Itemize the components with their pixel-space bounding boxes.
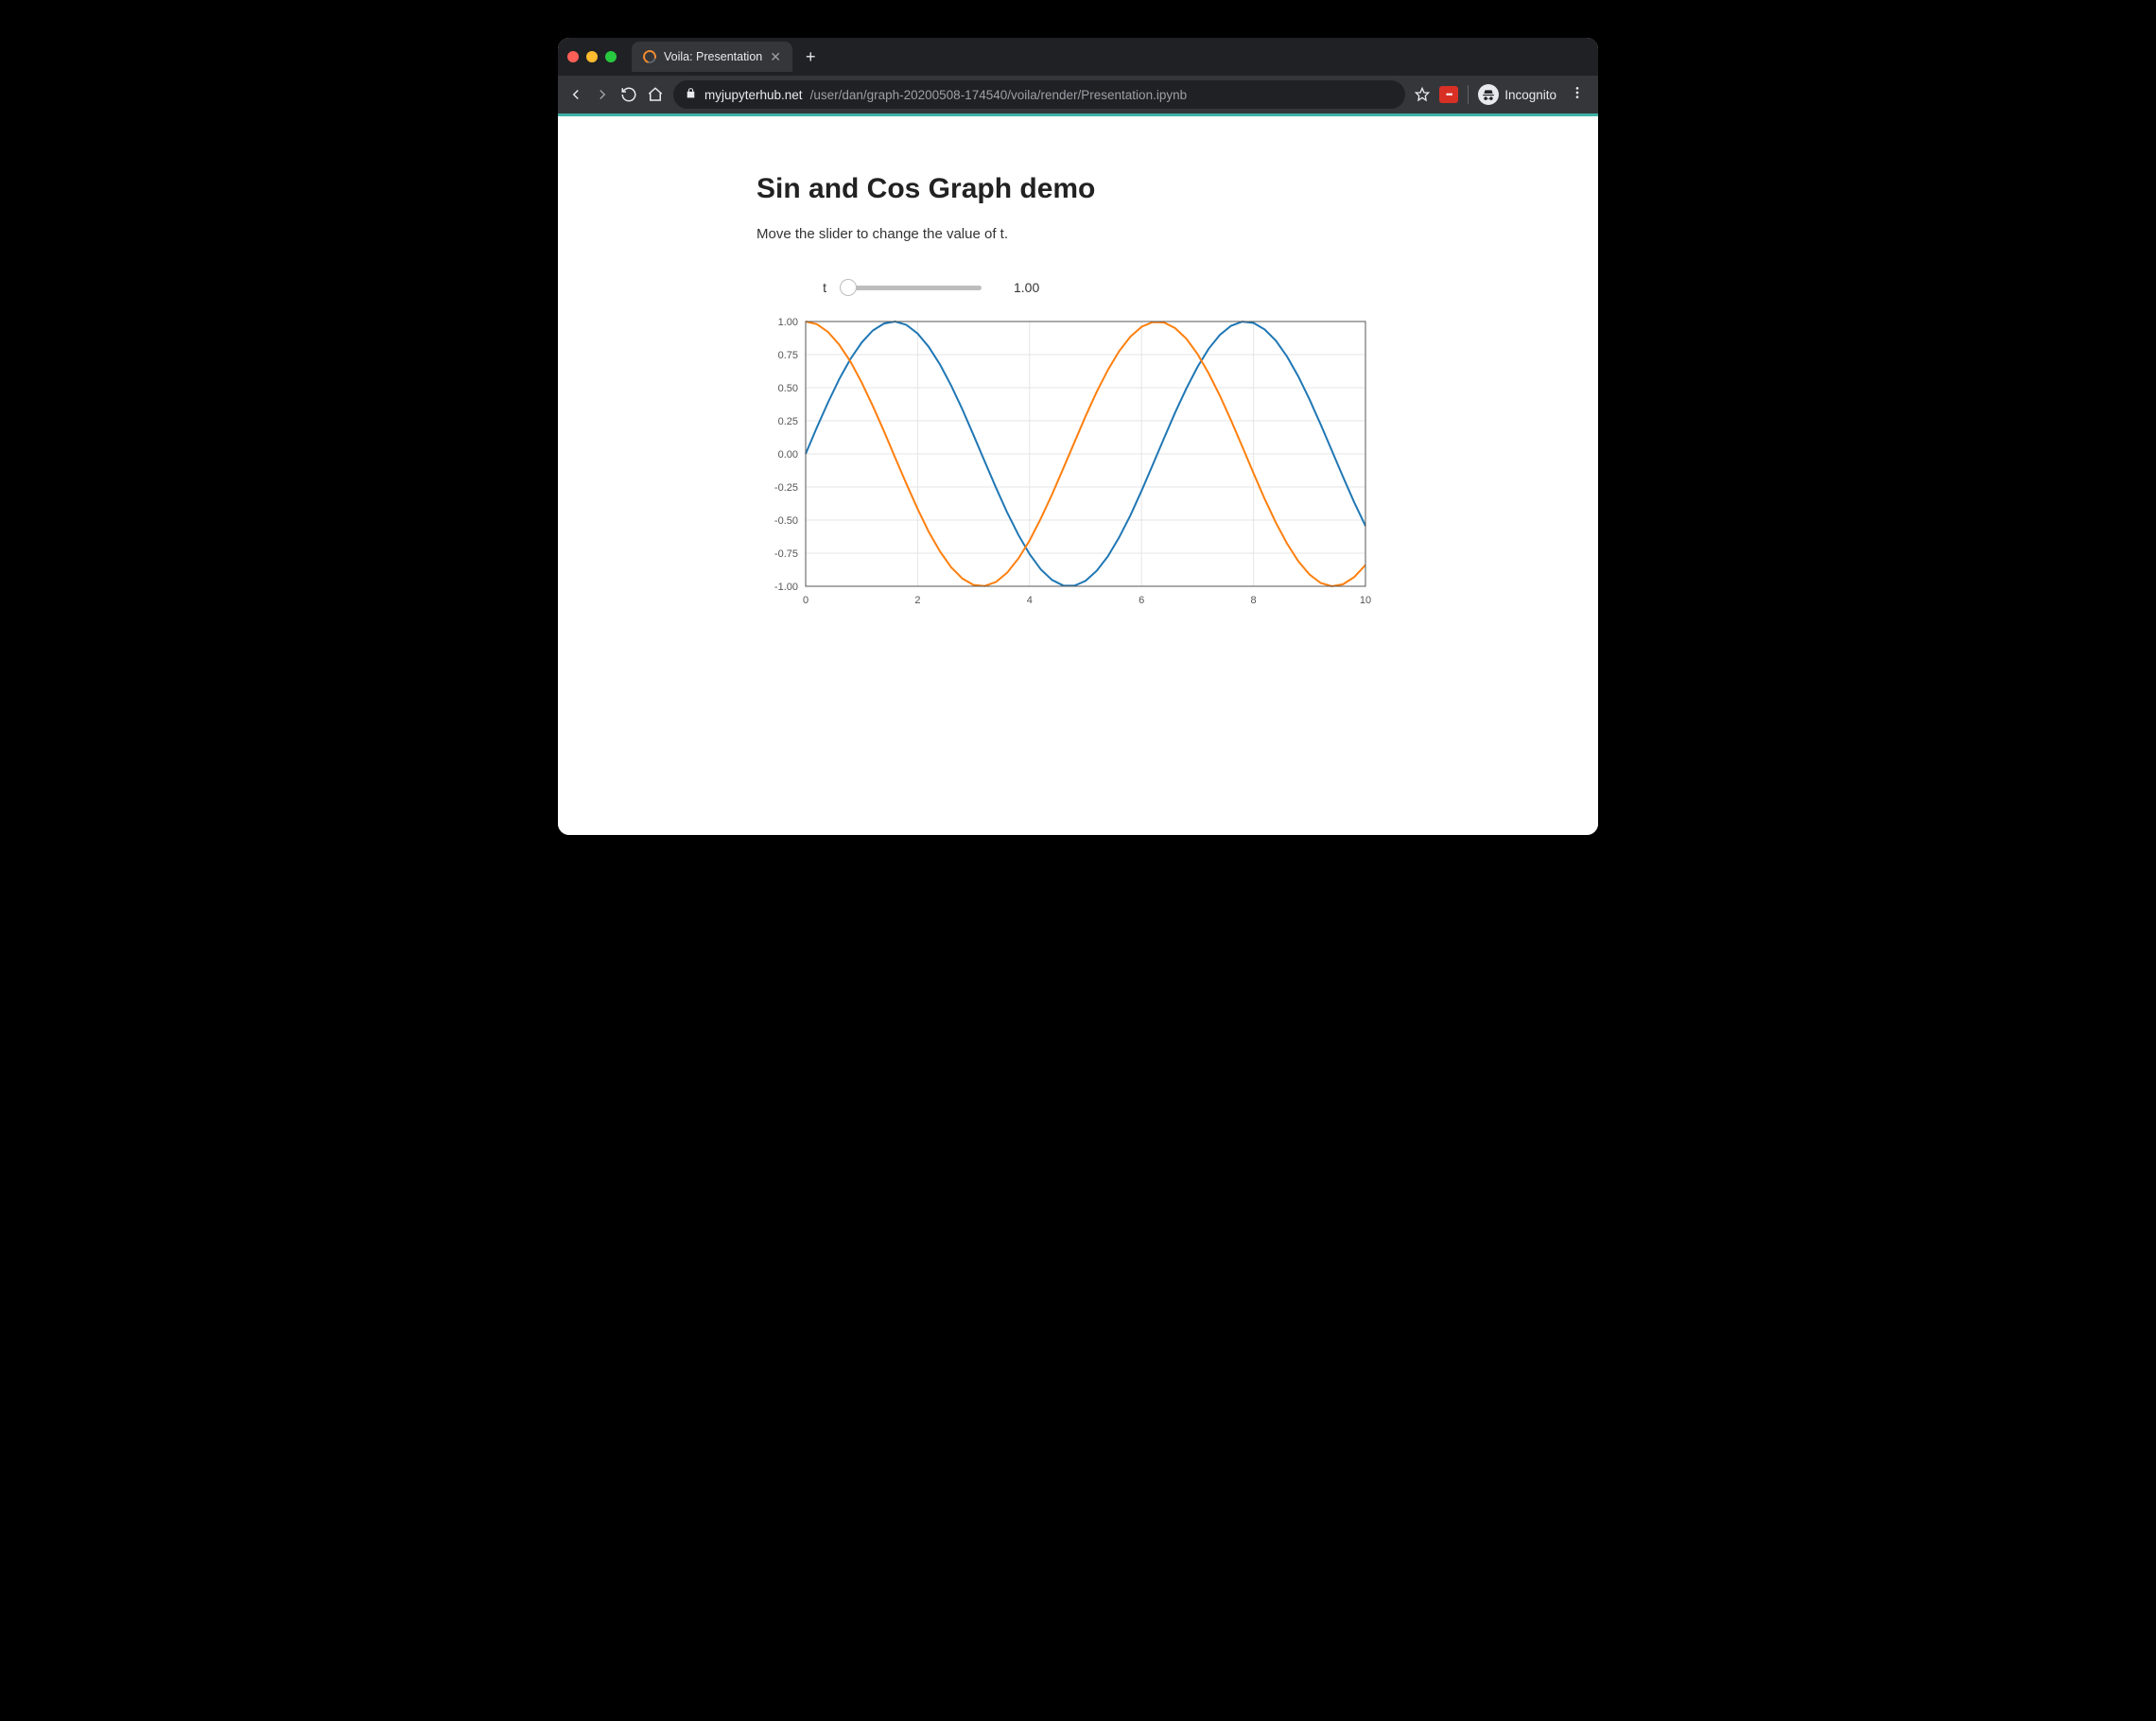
y-tick-label: -0.50	[774, 515, 798, 527]
slider-label: t	[809, 280, 826, 295]
y-tick-label: 0.00	[778, 449, 798, 461]
browser-window: Voila: Presentation ✕ + myjupyterhub.net…	[558, 38, 1598, 835]
back-button[interactable]	[567, 86, 584, 103]
maximize-window-button[interactable]	[605, 51, 617, 62]
tab-bar: Voila: Presentation ✕ +	[558, 38, 1598, 76]
slider-value: 1.00	[1014, 280, 1039, 295]
incognito-icon	[1478, 84, 1499, 105]
tab-title: Voila: Presentation	[664, 50, 762, 63]
y-tick-label: 1.00	[778, 317, 798, 328]
close-window-button[interactable]	[567, 51, 579, 62]
close-tab-button[interactable]: ✕	[770, 50, 781, 63]
incognito-indicator[interactable]: Incognito	[1478, 84, 1556, 105]
extension-button[interactable]: •••	[1439, 86, 1458, 103]
y-tick-label: 0.50	[778, 383, 798, 394]
x-tick-label: 4	[1027, 595, 1033, 606]
address-bar: myjupyterhub.net/user/dan/graph-20200508…	[558, 76, 1598, 113]
x-tick-label: 2	[914, 595, 920, 606]
url-host: myjupyterhub.net	[704, 88, 803, 102]
x-tick-label: 6	[1139, 595, 1144, 606]
x-tick-label: 10	[1360, 595, 1371, 606]
jupyter-favicon-icon	[640, 47, 658, 65]
forward-button[interactable]	[594, 86, 611, 103]
y-tick-label: 0.75	[778, 350, 798, 361]
minimize-window-button[interactable]	[586, 51, 598, 62]
home-button[interactable]	[647, 86, 664, 103]
y-tick-label: -1.00	[774, 582, 798, 593]
x-tick-label: 8	[1251, 595, 1257, 606]
new-tab-button[interactable]: +	[800, 47, 822, 67]
page-title: Sin and Cos Graph demo	[756, 173, 1400, 205]
lock-icon	[685, 87, 697, 102]
browser-menu-button[interactable]	[1566, 85, 1589, 105]
y-tick-label: -0.75	[774, 548, 798, 560]
y-tick-label: 0.25	[778, 416, 798, 427]
incognito-label: Incognito	[1504, 88, 1556, 102]
sin-cos-chart: -1.00 -0.75 -0.50 -0.25 0.00 0.25 0.50 0.75 1.00…	[751, 312, 1375, 615]
reload-button[interactable]	[620, 86, 637, 103]
window-controls	[567, 51, 617, 62]
y-tick-label: -0.25	[774, 482, 798, 494]
page-subtitle: Move the slider to change the value of t…	[756, 226, 1400, 242]
url-path: /user/dan/graph-20200508-174540/voila/re…	[810, 88, 1188, 102]
bookmark-button[interactable]	[1415, 87, 1430, 102]
url-input[interactable]: myjupyterhub.net/user/dan/graph-20200508…	[673, 80, 1405, 109]
tab-voila-presentation[interactable]: Voila: Presentation ✕	[632, 42, 792, 72]
toolbar-divider	[1468, 85, 1469, 104]
t-slider[interactable]	[840, 286, 982, 290]
slider-control: t 1.00	[809, 280, 1400, 295]
page-content: Sin and Cos Graph demo Move the slider t…	[558, 116, 1598, 835]
x-tick-label: 0	[803, 595, 808, 606]
